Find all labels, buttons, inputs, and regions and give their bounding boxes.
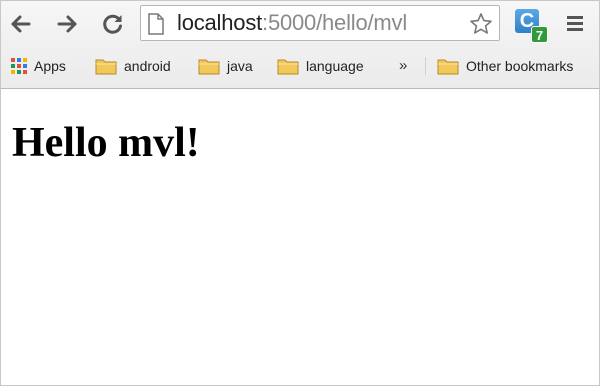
address-bar[interactable]: localhost:5000/hello/mvl <box>140 5 500 41</box>
page-content: Hello mvl! <box>1 89 599 385</box>
folder-icon <box>95 59 117 75</box>
arrow-left-icon <box>11 15 31 33</box>
page-heading: Hello mvl! <box>12 120 200 166</box>
bookmark-folder-java[interactable]: java <box>198 54 253 78</box>
bookmarks-overflow-button[interactable]: » <box>399 55 407 77</box>
reload-button[interactable] <box>98 9 128 39</box>
apps-grid-icon <box>11 58 27 74</box>
bookmark-label: Other bookmarks <box>466 58 574 74</box>
extension-button[interactable]: C 7 <box>515 9 549 43</box>
arrow-right-icon <box>57 15 77 33</box>
bookmark-label: language <box>306 58 364 74</box>
url-host: localhost <box>177 10 263 35</box>
bookmark-label: android <box>124 58 171 74</box>
browser-toolbar: localhost:5000/hello/mvl C 7 Apps androi… <box>1 1 599 89</box>
forward-button[interactable] <box>53 9 83 39</box>
bookmark-folder-android[interactable]: android <box>95 54 171 78</box>
page-icon <box>148 13 164 35</box>
bookmark-folder-other[interactable]: Other bookmarks <box>437 54 573 78</box>
url-path: :5000/hello/mvl <box>262 10 408 35</box>
bookmark-apps[interactable]: Apps <box>11 54 66 78</box>
menu-button[interactable] <box>563 12 587 36</box>
bookmark-label: java <box>227 58 253 74</box>
folder-icon <box>277 59 299 75</box>
bookmark-folder-language[interactable]: language <box>277 54 364 78</box>
bookmark-apps-label: Apps <box>34 58 66 74</box>
extension-badge: 7 <box>531 26 548 43</box>
bookmarks-bar: Apps android java language » Other bookm… <box>1 51 599 81</box>
reload-icon <box>103 14 122 34</box>
browser-window: localhost:5000/hello/mvl C 7 Apps androi… <box>0 0 600 386</box>
url-text[interactable]: localhost:5000/hello/mvl <box>177 10 407 36</box>
back-button[interactable] <box>5 9 35 39</box>
folder-icon <box>198 59 220 75</box>
star-icon[interactable] <box>469 12 493 36</box>
bookmarks-separator <box>425 57 426 75</box>
folder-icon <box>437 59 459 75</box>
